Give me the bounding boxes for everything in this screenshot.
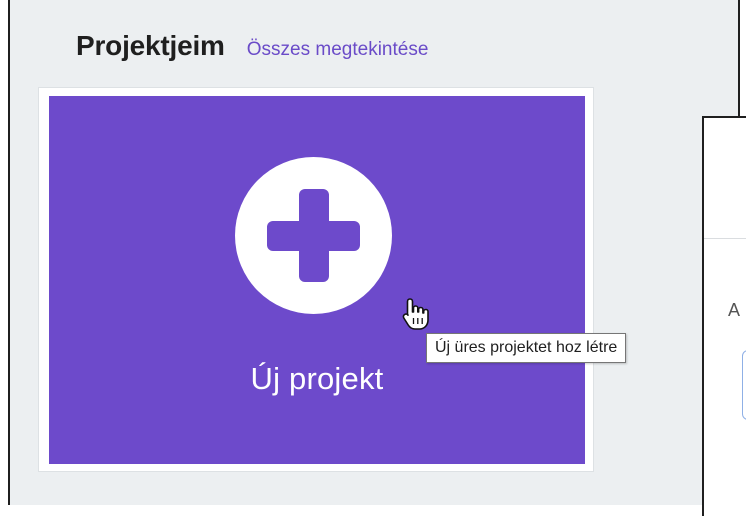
side-panel: A — [702, 116, 746, 516]
plus-icon-horizontal — [267, 221, 360, 251]
new-project-label: Új projekt — [250, 361, 384, 396]
new-project-card[interactable]: Új projekt — [49, 96, 585, 464]
tooltip: Új üres projektet hoz létre — [426, 333, 627, 363]
hand-cursor-icon — [402, 298, 429, 330]
panel-divider — [704, 238, 746, 239]
projects-header: Projektjeim Összes megtekintése — [76, 30, 428, 62]
page-title: Projektjeim — [76, 30, 225, 61]
plus-circle-icon[interactable] — [235, 157, 392, 314]
view-all-link[interactable]: Összes megtekintése — [247, 39, 429, 61]
panel-input-field[interactable] — [742, 350, 746, 420]
panel-text-fragment: A — [728, 300, 741, 320]
